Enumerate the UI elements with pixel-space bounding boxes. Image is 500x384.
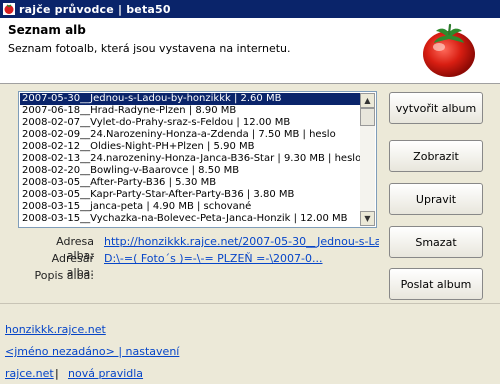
album-list-item[interactable]: 2007-05-30__Jednou-s-Ladou-by-honzikkk |… [20,93,361,105]
delete-album-button[interactable]: Smazat [389,226,483,258]
album-folder-link[interactable]: D:\-=( Foto´s )=-\-= PLZEŇ =-\2007-0... [104,252,379,266]
tomato-logo-icon [423,23,475,77]
album-list-rows: 2007-05-30__Jednou-s-Ladou-by-honzikkk |… [20,93,361,226]
album-description-label: Popis alba: [34,269,94,282]
send-album-button[interactable]: Poslat album [389,268,483,300]
show-album-button[interactable]: Zobrazit [389,140,483,172]
header-panel: Seznam alb Seznam fotoalb, která jsou vy… [0,18,500,84]
album-list-item[interactable]: 2008-02-12__Oldies-Night-PH+Plzen | 5.90… [20,141,361,153]
scroll-up-icon[interactable]: ▲ [360,93,375,108]
footer-divider [0,303,500,304]
album-list-item[interactable]: 2008-03-05__After-Party-B36 | 5.30 MB [20,177,361,189]
rules-link[interactable]: nová pravidla [68,367,143,380]
scroll-thumb[interactable] [360,108,375,126]
scroll-down-icon[interactable]: ▼ [360,211,375,226]
footer-separator: | [55,367,59,380]
album-folder-label: Adresář alba: [51,252,94,279]
album-list-item[interactable]: 2008-02-20__Bowling-v-Baarovce | 8.50 MB [20,165,361,177]
title-bar: rajče průvodce | beta50 [0,0,500,18]
window-title: rajče průvodce | beta50 [19,2,171,16]
profile-link[interactable]: honzikkk.rajce.net [5,323,106,336]
page-subtitle: Seznam fotoalb, která jsou vystavena na … [8,42,291,55]
album-list-item[interactable]: 2007-06-18__Hrad-Radyne-Plzen | 8.90 MB [20,105,361,117]
album-list-item[interactable]: 2008-02-07__Vylet-do-Prahy-sraz-s-Feldou… [20,117,361,129]
album-description-value [104,269,379,283]
album-address-label: Adresa alba: [56,235,94,262]
album-list-item[interactable]: 2008-02-09__24.Narozeniny-Honza-a-Zdenda… [20,129,361,141]
edit-album-button[interactable]: Upravit [389,183,483,215]
user-settings-link[interactable]: <jméno nezadáno> | nastavení [5,345,179,358]
album-address-link[interactable]: http://honzikkk.rajce.net/2007-05-30__Je… [104,235,379,249]
album-list-scrollbar[interactable]: ▲ ▼ [360,93,375,226]
album-list-item[interactable]: 2008-02-13__24.narozeniny-Honza-Janca-B3… [20,153,361,165]
site-link[interactable]: rajce.net [5,367,54,380]
album-list[interactable]: 2007-05-30__Jednou-s-Ladou-by-honzikkk |… [18,91,377,228]
app-icon [3,3,15,15]
page-title: Seznam alb [8,23,86,37]
album-list-item[interactable]: 2008-03-15__janca-peta | 4.90 MB | schov… [20,201,361,213]
album-list-item[interactable]: 2008-03-05__Kapr-Party-Star-After-Party-… [20,189,361,201]
create-album-button[interactable]: vytvořit album [389,92,483,124]
album-list-item[interactable]: 2008-03-15__Vychazka-na-Bolevec-Peta-Jan… [20,213,361,225]
